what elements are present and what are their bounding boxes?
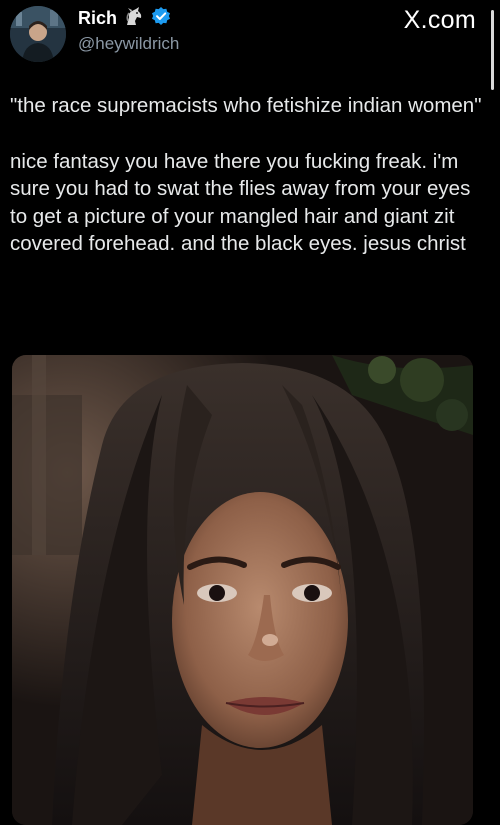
brand-watermark: X.com bbox=[403, 6, 476, 34]
unicorn-icon bbox=[123, 5, 145, 32]
name-row: Rich bbox=[78, 6, 171, 30]
tweet-body: nice fantasy you have there you fucking … bbox=[10, 149, 471, 256]
tweet-header: Rich @heywildrich X.com bbox=[0, 0, 500, 70]
avatar[interactable] bbox=[10, 6, 66, 62]
tweet-text: "the race supremacists who fetishize ind… bbox=[10, 92, 490, 258]
tweet-quote-line: "the race supremacists who fetishize ind… bbox=[10, 94, 482, 117]
tweet-photo[interactable] bbox=[12, 355, 473, 825]
user-handle[interactable]: @heywildrich bbox=[78, 33, 179, 55]
scroll-indicator[interactable] bbox=[491, 10, 494, 90]
verified-badge-icon bbox=[151, 6, 171, 31]
display-name[interactable]: Rich bbox=[78, 6, 117, 30]
